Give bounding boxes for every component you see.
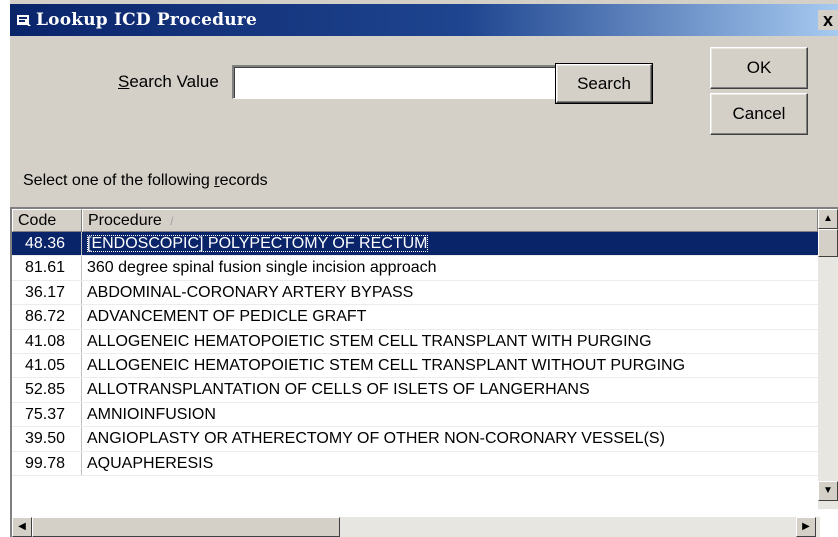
column-header-procedure[interactable]: Procedure / bbox=[82, 209, 818, 232]
search-label-text: earch Value bbox=[129, 72, 219, 91]
column-header-code[interactable]: Code bbox=[12, 209, 82, 232]
cell-procedure: ALLOTRANSPLANTATION OF CELLS OF ISLETS O… bbox=[87, 381, 590, 399]
table-row[interactable]: 86.72 ADVANCEMENT OF PEDICLE GRAFT bbox=[12, 305, 818, 330]
cell-procedure: AMNIOINFUSION bbox=[87, 405, 216, 423]
table-row[interactable]: 99.78 AQUAPHERESIS bbox=[12, 451, 818, 476]
lookup-dialog: Lookup ICD Procedure x Search Value Sear… bbox=[10, 0, 838, 537]
cancel-button[interactable]: Cancel bbox=[710, 93, 808, 135]
cell-procedure: ADVANCEMENT OF PEDICLE GRAFT bbox=[87, 308, 367, 326]
cell-procedure: AQUAPHERESIS bbox=[87, 454, 214, 472]
horizontal-scroll-thumb[interactable] bbox=[32, 517, 340, 537]
cell-procedure: ANGIOPLASTY OR ATHERECTOMY OF OTHER NON-… bbox=[87, 430, 665, 448]
cell-code: 36.17 bbox=[12, 280, 82, 305]
cell-procedure: 360 degree spinal fusion single incision… bbox=[87, 259, 437, 277]
window-title: Lookup ICD Procedure bbox=[36, 10, 257, 30]
search-label: Search Value bbox=[118, 72, 219, 92]
ok-button[interactable]: OK bbox=[710, 47, 808, 89]
table-row[interactable]: 52.85 ALLOTRANSPLANTATION OF CELLS OF IS… bbox=[12, 378, 818, 403]
sort-indicator-icon: / bbox=[170, 214, 174, 228]
cell-code: 52.85 bbox=[12, 378, 82, 402]
close-icon[interactable]: x bbox=[818, 10, 838, 30]
scroll-left-icon[interactable]: ◀ bbox=[12, 517, 32, 537]
grid-rows: 48.36 [ENDOSCOPIC] POLYPECTOMY OF RECTUM… bbox=[12, 232, 818, 476]
app-icon bbox=[17, 15, 31, 26]
table-row[interactable]: 81.61 360 degree spinal fusion single in… bbox=[12, 256, 818, 281]
table-row[interactable]: 41.05 ALLOGENEIC HEMATOPOIETIC STEM CELL… bbox=[12, 353, 818, 379]
search-button[interactable]: Search bbox=[555, 63, 653, 104]
grid-header: Code Procedure / bbox=[12, 209, 818, 232]
vertical-scrollbar[interactable]: ▲ ▼ bbox=[818, 209, 838, 509]
cell-procedure: ABDOMINAL-CORONARY ARTERY BYPASS bbox=[87, 283, 414, 301]
cell-procedure: ALLOGENEIC HEMATOPOIETIC STEM CELL TRANS… bbox=[87, 356, 686, 374]
cell-code: 81.61 bbox=[12, 256, 82, 280]
cell-code: 48.36 bbox=[12, 232, 82, 256]
scroll-down-icon[interactable]: ▼ bbox=[818, 481, 838, 501]
table-row[interactable]: 41.08 ALLOGENEIC HEMATOPOIETIC STEM CELL… bbox=[12, 329, 818, 354]
search-input[interactable] bbox=[232, 65, 556, 99]
records-grid[interactable]: Code Procedure / 48.36 [ENDOSCOPIC] POLY… bbox=[10, 207, 838, 537]
vertical-scroll-thumb[interactable] bbox=[818, 229, 838, 257]
cell-code: 99.78 bbox=[12, 451, 82, 475]
cell-code: 75.37 bbox=[12, 402, 82, 427]
search-label-mnemonic: S bbox=[118, 72, 130, 91]
cell-code: 39.50 bbox=[12, 427, 82, 451]
instruction-text-a: Select one of the following bbox=[23, 172, 215, 189]
cell-procedure: [ENDOSCOPIC] POLYPECTOMY OF RECTUM bbox=[82, 232, 818, 255]
cell-procedure: ALLOGENEIC HEMATOPOIETIC STEM CELL TRANS… bbox=[87, 332, 652, 350]
cell-code: 41.05 bbox=[12, 353, 82, 378]
column-header-procedure-label: Procedure bbox=[88, 212, 162, 229]
cell-code: 41.08 bbox=[12, 329, 82, 353]
list-instruction: Select one of the following records bbox=[23, 172, 268, 190]
horizontal-scrollbar[interactable]: ◀ ▶ bbox=[12, 517, 820, 537]
scroll-up-icon[interactable]: ▲ bbox=[818, 209, 838, 229]
title-bar[interactable]: Lookup ICD Procedure x bbox=[10, 4, 838, 36]
instruction-text-b: ecords bbox=[219, 172, 268, 189]
table-row[interactable]: 39.50 ANGIOPLASTY OR ATHERECTOMY OF OTHE… bbox=[12, 427, 818, 452]
table-row[interactable]: 75.37 AMNIOINFUSION bbox=[12, 402, 818, 428]
cell-code: 86.72 bbox=[12, 305, 82, 329]
table-row[interactable]: 36.17 ABDOMINAL-CORONARY ARTERY BYPASS bbox=[12, 280, 818, 306]
cell-procedure-text: [ENDOSCOPIC] POLYPECTOMY OF RECTUM bbox=[87, 235, 428, 252]
scroll-right-icon[interactable]: ▶ bbox=[796, 517, 816, 537]
table-row[interactable]: 48.36 [ENDOSCOPIC] POLYPECTOMY OF RECTUM bbox=[12, 232, 818, 257]
